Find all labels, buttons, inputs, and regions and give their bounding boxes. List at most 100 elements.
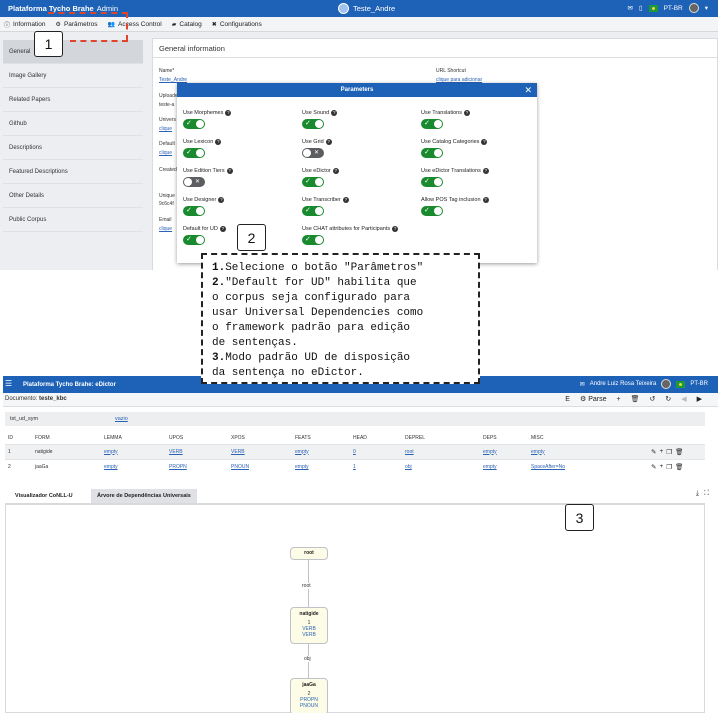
- tree-node-natigide[interactable]: natigide 1 VERB VERB: [290, 607, 328, 644]
- sentence-text-value[interactable]: vazio: [115, 416, 128, 422]
- table-cell[interactable]: 0: [350, 443, 402, 459]
- table-cell[interactable]: empty: [292, 458, 350, 474]
- sidebar-item-github[interactable]: Github: [3, 112, 143, 136]
- help-icon[interactable]: ?: [392, 226, 399, 232]
- help-icon[interactable]: ?: [219, 226, 226, 232]
- help-icon[interactable]: ?: [331, 110, 338, 116]
- mail-icon[interactable]: ✉: [628, 4, 633, 12]
- table-cell[interactable]: empty: [528, 443, 648, 459]
- help-icon[interactable]: ?: [481, 139, 488, 145]
- help-icon[interactable]: ?: [325, 139, 332, 145]
- trash-icon[interactable]: 🗑: [631, 395, 640, 403]
- table-cell[interactable]: SpaceAfter=No: [528, 458, 648, 474]
- menu-icon[interactable]: ☰: [5, 379, 12, 388]
- default-value[interactable]: clique: [159, 150, 172, 156]
- dependency-tree: root root natigide 1 VERB VERB obj jaaGa…: [5, 504, 705, 713]
- book-icon: ▰: [171, 21, 177, 28]
- sidebar-item-featured-descriptions[interactable]: Featured Descriptions: [3, 160, 143, 184]
- add-button[interactable]: +: [616, 396, 620, 403]
- language-selector[interactable]: PT-BR: [690, 381, 708, 387]
- tab-ud-tree[interactable]: Árvore de Dependências Universais: [91, 489, 197, 503]
- tab-configurations[interactable]: ✖ Configurations: [212, 21, 262, 28]
- table-cell[interactable]: PNOUN: [228, 458, 292, 474]
- table-cell[interactable]: empty: [480, 458, 528, 474]
- prev-icon[interactable]: ◀: [681, 395, 686, 403]
- redo-icon[interactable]: ↻: [665, 395, 671, 403]
- table-cell[interactable]: VERB: [228, 443, 292, 459]
- toggle-switch[interactable]: [183, 148, 205, 158]
- toggle-switch[interactable]: [421, 119, 443, 129]
- help-icon[interactable]: ?: [225, 110, 232, 116]
- universal-value[interactable]: clique: [159, 126, 172, 132]
- toggle-switch[interactable]: [421, 206, 443, 216]
- toolbar: E ⚙ Parse + 🗑 ↺ ↻ ◀ ▶: [565, 395, 702, 404]
- toggle-switch[interactable]: [183, 119, 205, 129]
- parse-button[interactable]: ⚙ Parse: [580, 395, 607, 403]
- table-cell[interactable]: empty: [101, 443, 166, 459]
- sidebar-item-image-gallery[interactable]: Image Gallery: [3, 64, 143, 88]
- table-cell[interactable]: PROPN: [166, 458, 228, 474]
- avatar[interactable]: [661, 379, 672, 389]
- mail-icon[interactable]: ✉: [580, 381, 585, 388]
- copy-icon[interactable]: ❐: [666, 463, 672, 471]
- sidebar-item-other-details[interactable]: Other Details: [3, 184, 143, 208]
- toggle-switch[interactable]: [302, 235, 324, 245]
- sidebar-item-general[interactable]: General: [3, 40, 143, 64]
- table-cell[interactable]: empty: [101, 458, 166, 474]
- undo-icon[interactable]: ↺: [649, 395, 655, 403]
- help-icon[interactable]: ?: [482, 197, 489, 203]
- sidebar-item-descriptions[interactable]: Descriptions: [3, 136, 143, 160]
- toggle-switch[interactable]: [302, 119, 324, 129]
- help-icon[interactable]: ?: [215, 139, 222, 145]
- toggle-switch[interactable]: [183, 235, 205, 245]
- toggle-switch[interactable]: [421, 148, 443, 158]
- tree-root-node[interactable]: root: [290, 547, 328, 560]
- fullscreen-icon[interactable]: ⛶: [704, 490, 709, 498]
- edictor-brand[interactable]: Plataforma Tycho Brahe: eDictor: [23, 382, 116, 388]
- sidebar-item-public-corpus[interactable]: Public Corpus: [3, 208, 143, 232]
- copy-icon[interactable]: ❐: [666, 448, 672, 456]
- tab-catalog[interactable]: ▰ Catalog: [172, 21, 202, 28]
- row-actions: ✎ + ❐ 🗑: [648, 443, 705, 459]
- toggle-switch[interactable]: [183, 177, 205, 187]
- tab-information[interactable]: ⓘ Information: [4, 20, 46, 29]
- table-cell[interactable]: empty: [292, 443, 350, 459]
- toggle-switch[interactable]: [302, 177, 324, 187]
- add-icon[interactable]: +: [659, 463, 663, 471]
- avatar[interactable]: [688, 3, 699, 13]
- email-value[interactable]: clique: [159, 226, 172, 232]
- table-cell[interactable]: VERB: [166, 443, 228, 459]
- help-icon[interactable]: ?: [482, 168, 489, 174]
- toggle-switch[interactable]: [302, 148, 324, 158]
- trash-icon[interactable]: 🗑: [675, 448, 683, 456]
- user-name[interactable]: Andre Luiz Rosa Teixeira: [590, 381, 657, 387]
- tab-conllu-viewer[interactable]: Visualizador CoNLL-U: [9, 489, 79, 503]
- language-selector[interactable]: PT-BR: [664, 5, 683, 12]
- edit-mode-button[interactable]: E: [565, 396, 570, 403]
- table-cell[interactable]: 1: [350, 458, 402, 474]
- tab-parametros[interactable]: ⚙ Parâmetros: [56, 21, 98, 28]
- document-icon[interactable]: ▯: [639, 4, 643, 12]
- table-cell[interactable]: empty: [480, 443, 528, 459]
- help-icon[interactable]: ?: [226, 168, 233, 174]
- add-icon[interactable]: +: [659, 448, 663, 456]
- help-icon[interactable]: ?: [218, 197, 225, 203]
- help-icon[interactable]: ?: [342, 197, 349, 203]
- toggle-switch[interactable]: [302, 206, 324, 216]
- close-icon[interactable]: ✕: [524, 83, 532, 97]
- chevron-down-icon[interactable]: ▾: [705, 4, 708, 12]
- help-icon[interactable]: ?: [463, 110, 470, 116]
- table-cell[interactable]: obj: [402, 458, 480, 474]
- download-icon[interactable]: ⤓: [696, 490, 699, 498]
- edit-icon[interactable]: ✎: [651, 463, 656, 471]
- tab-access-control[interactable]: 👥 Access Control: [108, 21, 162, 28]
- edit-icon[interactable]: ✎: [651, 448, 656, 456]
- table-cell[interactable]: root: [402, 443, 480, 459]
- next-icon[interactable]: ▶: [697, 395, 702, 403]
- tree-node-jaaga[interactable]: jaaGa 2 PROPN PNOUN: [290, 678, 328, 713]
- trash-icon[interactable]: 🗑: [675, 463, 683, 471]
- sidebar-item-related-papers[interactable]: Related Papers: [3, 88, 143, 112]
- toggle-switch[interactable]: [183, 206, 205, 216]
- toggle-switch[interactable]: [421, 177, 443, 187]
- help-icon[interactable]: ?: [332, 168, 339, 174]
